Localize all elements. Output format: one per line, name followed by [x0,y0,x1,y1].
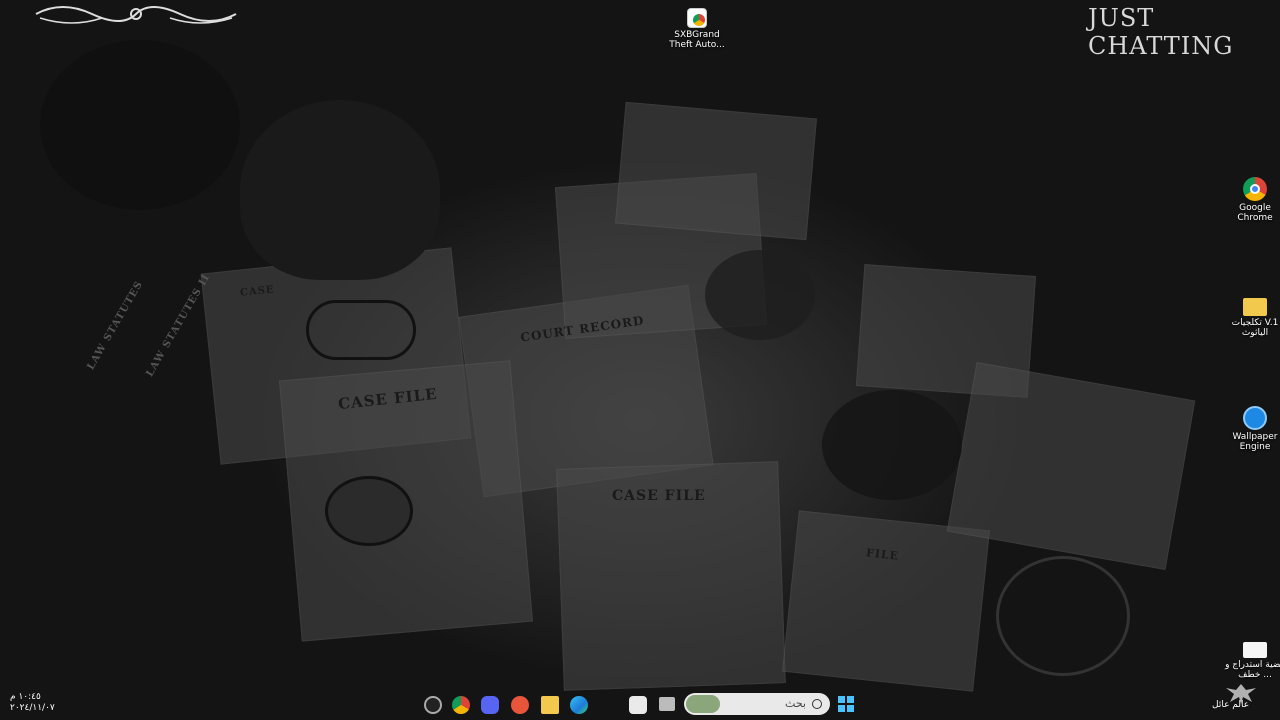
taskbar-clock[interactable]: ١٠:٤٥ م ٢٠٢٤/١١/٠٧ [10,692,55,714]
desktop-icon-label: تكلجيات V.1 الياثوث [1231,318,1279,338]
windows-logo-pane [847,705,854,712]
desktop-wallpaper: CASE FILE COURT RECORD CASE FILE CASE LA… [0,0,1280,720]
ornament-flourish [35,6,237,24]
windows-logo-pane [838,705,845,712]
chrome-icon [1243,177,1267,201]
desktop-shortcut-wallpaper-engine[interactable]: Wallpaper Engine [1225,406,1280,452]
gavel [822,390,962,500]
wallpaper-text: LAW STATUTES II [144,272,213,379]
scales-of-justice [705,250,815,340]
chrome-icon[interactable] [452,696,470,714]
cloud-app-icon[interactable] [511,696,529,714]
wallpaper-paper [782,510,990,692]
overlay-title: JUST CHATTING [1088,4,1234,60]
chrome-shortcut-icon [687,8,707,28]
clock-date: ٢٠٢٤/١١/٠٧ [10,703,55,713]
desktop-icon-label: SXBGrand Theft Auto... [669,30,725,50]
search-highlight-thumbnail [686,695,720,713]
cup [996,556,1130,676]
desktop-icon-label: Wallpaper Engine [1232,432,1278,452]
desktop-icon-label: قضية استدراج و خطف ... [1225,660,1280,680]
taskbar-search[interactable]: بحث [684,693,830,715]
globe [40,40,240,210]
wallpaper-text: LAW STATUTES [85,279,146,372]
store-icon[interactable] [629,696,647,714]
wallpaper-paper [615,101,817,241]
edge-icon[interactable] [570,696,588,714]
windows-logo-icon [838,696,845,703]
desktop-shortcut-gta[interactable]: SXBGrand Theft Auto... [667,8,727,50]
desktop-shortcut-chrome[interactable]: Google Chrome [1225,177,1280,223]
desktop-icon-label: Google Chrome [1237,203,1273,223]
desktop-folder[interactable]: تكلجيات V.1 الياثوث [1225,292,1280,338]
task-view-icon[interactable] [659,697,675,711]
discord-icon[interactable] [481,696,499,714]
glasses [306,300,416,360]
windows-logo-pane [847,696,854,703]
file-explorer-icon[interactable] [541,696,559,714]
desktop-document[interactable]: قضية استدراج و خطف ... [1225,642,1280,680]
search-icon [812,699,822,709]
folder-icon [1243,298,1267,316]
start-button[interactable] [838,696,854,712]
clock-time: ١٠:٤٥ م [10,692,41,702]
hat [240,100,440,280]
steam-icon[interactable] [424,696,442,714]
search-placeholder: بحث [785,697,806,710]
wallpaper-engine-icon [1243,406,1267,430]
magnifying-glass [325,476,413,546]
tray-username: عالم عائل [1212,700,1250,710]
document-icon [1243,642,1267,658]
wallpaper-text: CASE FILE [612,488,706,504]
